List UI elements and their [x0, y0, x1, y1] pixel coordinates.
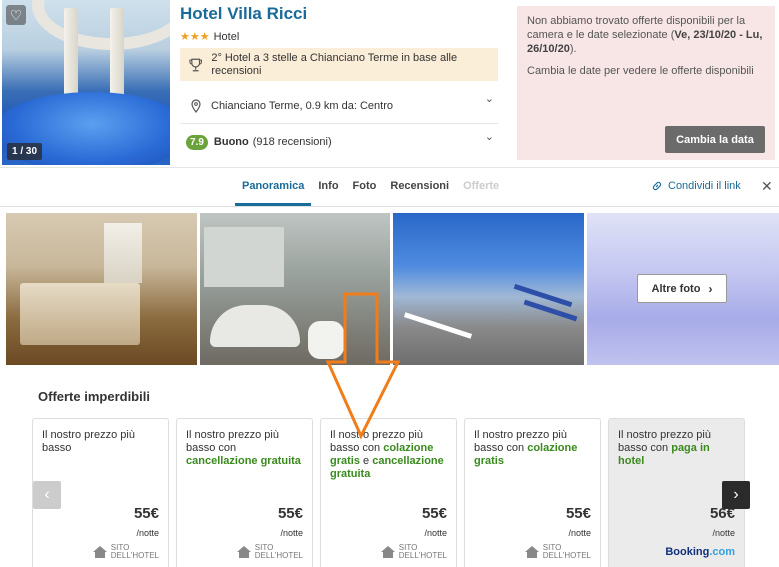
tab-info[interactable]: Info [311, 168, 345, 206]
gallery-photo-terrace[interactable] [393, 213, 584, 365]
offer-price: 55€ [565, 505, 591, 522]
hotel-name[interactable]: Hotel Villa Ricci [180, 4, 307, 24]
tab-offerte: Offerte [463, 180, 500, 192]
house-icon [524, 546, 539, 558]
hotel-site-source: SITO DELL'HOTEL [236, 544, 303, 560]
hotel-site-source: SITO DELL'HOTEL [92, 544, 159, 560]
mirror [204, 227, 284, 287]
hotel-class: ★★★ Hotel [180, 30, 239, 43]
no-offers-message: Non abbiamo trovato offerte disponibili … [527, 15, 763, 55]
review-count: (918 recensioni) [252, 136, 332, 148]
sink [210, 305, 300, 347]
sun-lounger [513, 283, 573, 308]
rating-label: Buono [213, 136, 249, 148]
gallery-photo-bedroom[interactable] [6, 213, 197, 365]
booking-logo: Booking.com [665, 546, 735, 558]
carousel-prev-button[interactable]: ‹ [33, 481, 61, 509]
offer-card[interactable]: Il nostro prezzo più basso con colazione… [464, 418, 601, 567]
chevron-left-icon: ‹ [44, 486, 50, 503]
gallery-photo-bathroom[interactable] [200, 213, 390, 365]
tab-foto[interactable]: Foto [346, 168, 384, 206]
chevron-right-icon: › [708, 281, 713, 296]
chevron-down-icon: ⌄ [484, 131, 494, 143]
trophy-icon [189, 58, 202, 71]
close-icon[interactable]: ✕ [761, 178, 773, 195]
offer-price: 55€ [277, 505, 303, 522]
offer-price: 55€ [133, 505, 159, 522]
share-label: Condividi il link [668, 180, 741, 192]
change-date-button[interactable]: Cambia la data [665, 126, 765, 153]
per-night-label: /notte [424, 528, 447, 538]
chevron-down-icon: ⌄ [484, 93, 494, 105]
divider [0, 206, 779, 207]
no-offers-panel: Non abbiamo trovato offerte disponibili … [517, 6, 775, 160]
chevron-right-icon: › [733, 486, 739, 503]
change-dates-hint: Cambia le date per vedere le offerte dis… [527, 65, 754, 77]
per-night-label: /notte [568, 528, 591, 538]
photo-counter: 1 / 30 [7, 143, 43, 160]
bed [20, 283, 140, 345]
more-photos-button[interactable]: Altre foto › [637, 274, 727, 303]
share-link[interactable]: Condividi il link [651, 180, 741, 192]
per-night-label: /notte [712, 528, 735, 538]
hotel-site-source: SITO DELL'HOTEL [524, 544, 591, 560]
hotel-site-source: SITO DELL'HOTEL [380, 544, 447, 560]
link-icon [652, 181, 662, 191]
award-badge: 2° Hotel a 3 stelle a Chianciano Terme i… [180, 48, 498, 81]
award-text: 2° Hotel a 3 stelle a Chianciano Terme i… [211, 51, 458, 77]
tab-panoramica[interactable]: Panoramica [235, 168, 312, 206]
carousel-next-button[interactable]: › [722, 481, 750, 509]
offers-title: Offerte imperdibili [38, 389, 150, 404]
house-icon [380, 546, 395, 558]
per-night-label: /notte [136, 528, 159, 538]
house-icon [92, 546, 107, 558]
location-row[interactable]: Chianciano Terme, 0.9 km da: Centro ⌄ [180, 88, 498, 124]
score-badge: 7.9 [186, 134, 208, 150]
location-text: Chianciano Terme, 0.9 km da: Centro [211, 99, 393, 112]
tab-recensioni[interactable]: Recensioni [383, 168, 456, 206]
sun-lounger [403, 312, 473, 339]
location-pin-icon [191, 98, 201, 113]
arch-decoration [32, 0, 170, 50]
offer-card[interactable]: Il nostro prezzo più basso con colazione… [320, 418, 457, 567]
window [104, 223, 142, 283]
per-night-label: /notte [280, 528, 303, 538]
star-rating-icon: ★★★ [180, 31, 210, 43]
hotel-main-photo[interactable]: ♡ 1 / 30 [2, 0, 170, 165]
toilet [308, 321, 344, 359]
favorite-heart-icon[interactable]: ♡ [6, 5, 26, 25]
offer-card[interactable]: Il nostro prezzo più basso con cancellaz… [176, 418, 313, 567]
rating-row[interactable]: 7.9 Buono (918 recensioni) ⌄ [180, 126, 498, 158]
detail-tabs: Panoramica Info Foto Recensioni Offerte [235, 168, 506, 206]
offer-price: 55€ [421, 505, 447, 522]
house-icon [236, 546, 251, 558]
hotel-type: Hotel [213, 31, 240, 43]
